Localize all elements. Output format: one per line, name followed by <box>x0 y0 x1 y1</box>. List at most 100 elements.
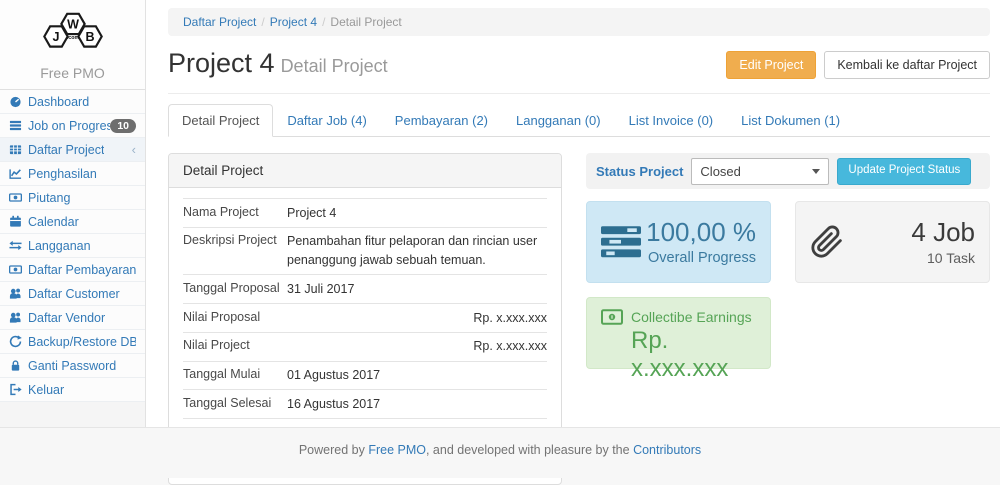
line-chart-icon <box>9 167 22 180</box>
sidebar-item-dashboard[interactable]: Dashboard <box>0 90 145 114</box>
sidebar-item-backup-restore-db[interactable]: Backup/Restore DB <box>0 330 145 354</box>
footer-text-middle: , and developed with pleasure by the <box>426 443 630 457</box>
table-row: Tanggal Proposal 31 Juli 2017 <box>183 274 547 303</box>
brand-name: Free PMO <box>0 65 145 81</box>
table-row: Nama Project Project 4 <box>183 198 547 227</box>
breadcrumb-link-daftar-project[interactable]: Daftar Project <box>183 15 256 29</box>
tab-daftar-job[interactable]: Daftar Job (4) <box>273 104 380 137</box>
back-to-project-list-button[interactable]: Kembali ke daftar Project <box>824 51 990 80</box>
money-icon <box>601 309 623 325</box>
field-value: Penambahan fitur pelaporan dan rincian u… <box>287 230 547 272</box>
footer: Powered by Free PMO, and developed with … <box>0 427 1000 478</box>
field-label: Tanggal Mulai <box>183 364 287 387</box>
users-icon <box>9 287 22 300</box>
overall-progress-card: 100,00 % Overall Progress <box>586 201 771 283</box>
sidebar-item-langganan[interactable]: Langganan <box>0 234 145 258</box>
tab-detail-project[interactable]: Detail Project <box>168 104 273 137</box>
breadcrumb-separator: / <box>261 15 264 29</box>
svg-text:B: B <box>85 30 94 44</box>
sidebar-item-label: Piutang <box>28 191 70 205</box>
jobs-value: 4 Job <box>844 218 975 247</box>
breadcrumb: Daftar Project/Project 4/Detail Project <box>168 8 990 36</box>
table-icon <box>9 143 22 156</box>
sidebar-item-label: Job on Progress <box>28 119 110 133</box>
sidebar-item-label: Penghasilan <box>28 167 97 181</box>
earnings-value: Rp. x.xxx.xxx <box>631 327 756 383</box>
field-label: Nilai Proposal <box>183 307 287 330</box>
count-badge: 10 <box>110 119 136 133</box>
collectible-earnings-card: Collectibe Earnings Rp. x.xxx.xxx <box>586 297 771 369</box>
status-project-form: Status Project Closed Update Project Sta… <box>586 153 990 189</box>
table-row: Nilai Project Rp. x.xxx.xxx <box>183 332 547 361</box>
field-value: Rp. x.xxx.xxx <box>287 307 547 330</box>
sidebar-item-calendar[interactable]: Calendar <box>0 210 145 234</box>
progress-card-text: 100,00 % Overall Progress <box>641 218 756 266</box>
selected-option: Closed <box>700 164 740 179</box>
main-content: Daftar Project/Project 4/Detail Project … <box>146 0 1000 427</box>
page-title-text: Project 4 <box>168 48 275 78</box>
edit-project-button[interactable]: Edit Project <box>726 51 816 80</box>
money-icon <box>9 263 22 276</box>
breadcrumb-current: Detail Project <box>330 15 401 29</box>
refresh-icon <box>9 335 22 348</box>
sidebar-item-piutang[interactable]: Piutang <box>0 186 145 210</box>
sidebar-item-label: Daftar Customer <box>28 287 120 301</box>
calendar-icon <box>9 215 22 228</box>
table-row: Tanggal Selesai 16 Agustus 2017 <box>183 389 547 418</box>
chevron-left-icon: ‹ <box>132 145 136 155</box>
field-value: 01 Agustus 2017 <box>287 364 547 387</box>
status-project-select[interactable]: Closed <box>691 158 829 185</box>
sidebar-item-daftar-vendor[interactable]: Daftar Vendor <box>0 306 145 330</box>
summary-cards-row: 100,00 % Overall Progress 4 Job 10 Task <box>586 201 990 283</box>
sidebar-item-label: Keluar <box>28 383 64 397</box>
svg-text:J: J <box>52 30 59 44</box>
page-title: Project 4Detail Project <box>168 48 388 79</box>
field-label: Tanggal Proposal <box>183 278 287 301</box>
progress-value: 100,00 % <box>641 218 756 247</box>
sidebar-item-keluar[interactable]: Keluar <box>0 378 145 402</box>
contributors-link[interactable]: Contributors <box>633 443 701 457</box>
caret-down-icon <box>812 169 820 174</box>
earnings-title-row: Collectibe Earnings <box>601 309 756 325</box>
sidebar-item-label: Daftar Project <box>28 143 104 157</box>
sidebar-item-label: Calendar <box>28 215 79 229</box>
sidebar-item-label: Daftar Pembayaran <box>28 263 136 277</box>
tab-list-dokumen[interactable]: List Dokumen (1) <box>727 104 854 137</box>
update-project-status-button[interactable]: Update Project Status <box>837 158 971 185</box>
sidebar-item-label: Langganan <box>28 239 91 253</box>
free-pmo-link[interactable]: Free PMO <box>368 443 426 457</box>
sidebar-item-job-on-progress[interactable]: Job on Progress 10 <box>0 114 145 138</box>
sidebar-item-penghasilan[interactable]: Penghasilan <box>0 162 145 186</box>
svg-text:.com: .com <box>66 35 79 41</box>
sidebar-item-label: Daftar Vendor <box>28 311 105 325</box>
sidebar-item-daftar-customer[interactable]: Daftar Customer <box>0 282 145 306</box>
sidebar-item-daftar-project[interactable]: Daftar Project ‹ <box>0 138 145 162</box>
jobs-card: 4 Job 10 Task <box>795 201 990 283</box>
field-value: 16 Agustus 2017 <box>287 393 547 416</box>
sidebar-item-ganti-password[interactable]: Ganti Password <box>0 354 145 378</box>
tab-list-invoice[interactable]: List Invoice (0) <box>615 104 728 137</box>
tab-bar: Detail Project Daftar Job (4) Pembayaran… <box>168 104 990 137</box>
svg-text:W: W <box>67 17 79 31</box>
paperclip-icon <box>810 225 844 259</box>
field-label: Deskripsi Project <box>183 230 287 272</box>
sidebar-item-label: Dashboard <box>28 95 89 109</box>
jwb-logo-icon: J W B .com <box>27 6 119 58</box>
tab-langganan[interactable]: Langganan (0) <box>502 104 615 137</box>
field-value: 31 Juli 2017 <box>287 278 547 301</box>
table-row: Tanggal Mulai 01 Agustus 2017 <box>183 361 547 390</box>
sidebar-item-daftar-pembayaran[interactable]: Daftar Pembayaran <box>0 258 145 282</box>
field-label: Nilai Project <box>183 335 287 358</box>
status-project-label: Status Project <box>596 164 683 179</box>
field-label: Tanggal Selesai <box>183 393 287 416</box>
dashboard-icon <box>9 95 22 108</box>
brand-block: J W B .com Free PMO <box>0 0 145 89</box>
exchange-icon <box>9 239 22 252</box>
panel-title: Detail Project <box>169 154 561 188</box>
earnings-title: Collectibe Earnings <box>631 309 752 325</box>
tab-pembayaran[interactable]: Pembayaran (2) <box>381 104 502 137</box>
progress-caption: Overall Progress <box>641 250 756 266</box>
breadcrumb-link-project-4[interactable]: Project 4 <box>270 15 317 29</box>
tasks-icon <box>601 226 641 258</box>
sidebar-nav: Dashboard Job on Progress 10 Daftar Proj… <box>0 89 145 402</box>
